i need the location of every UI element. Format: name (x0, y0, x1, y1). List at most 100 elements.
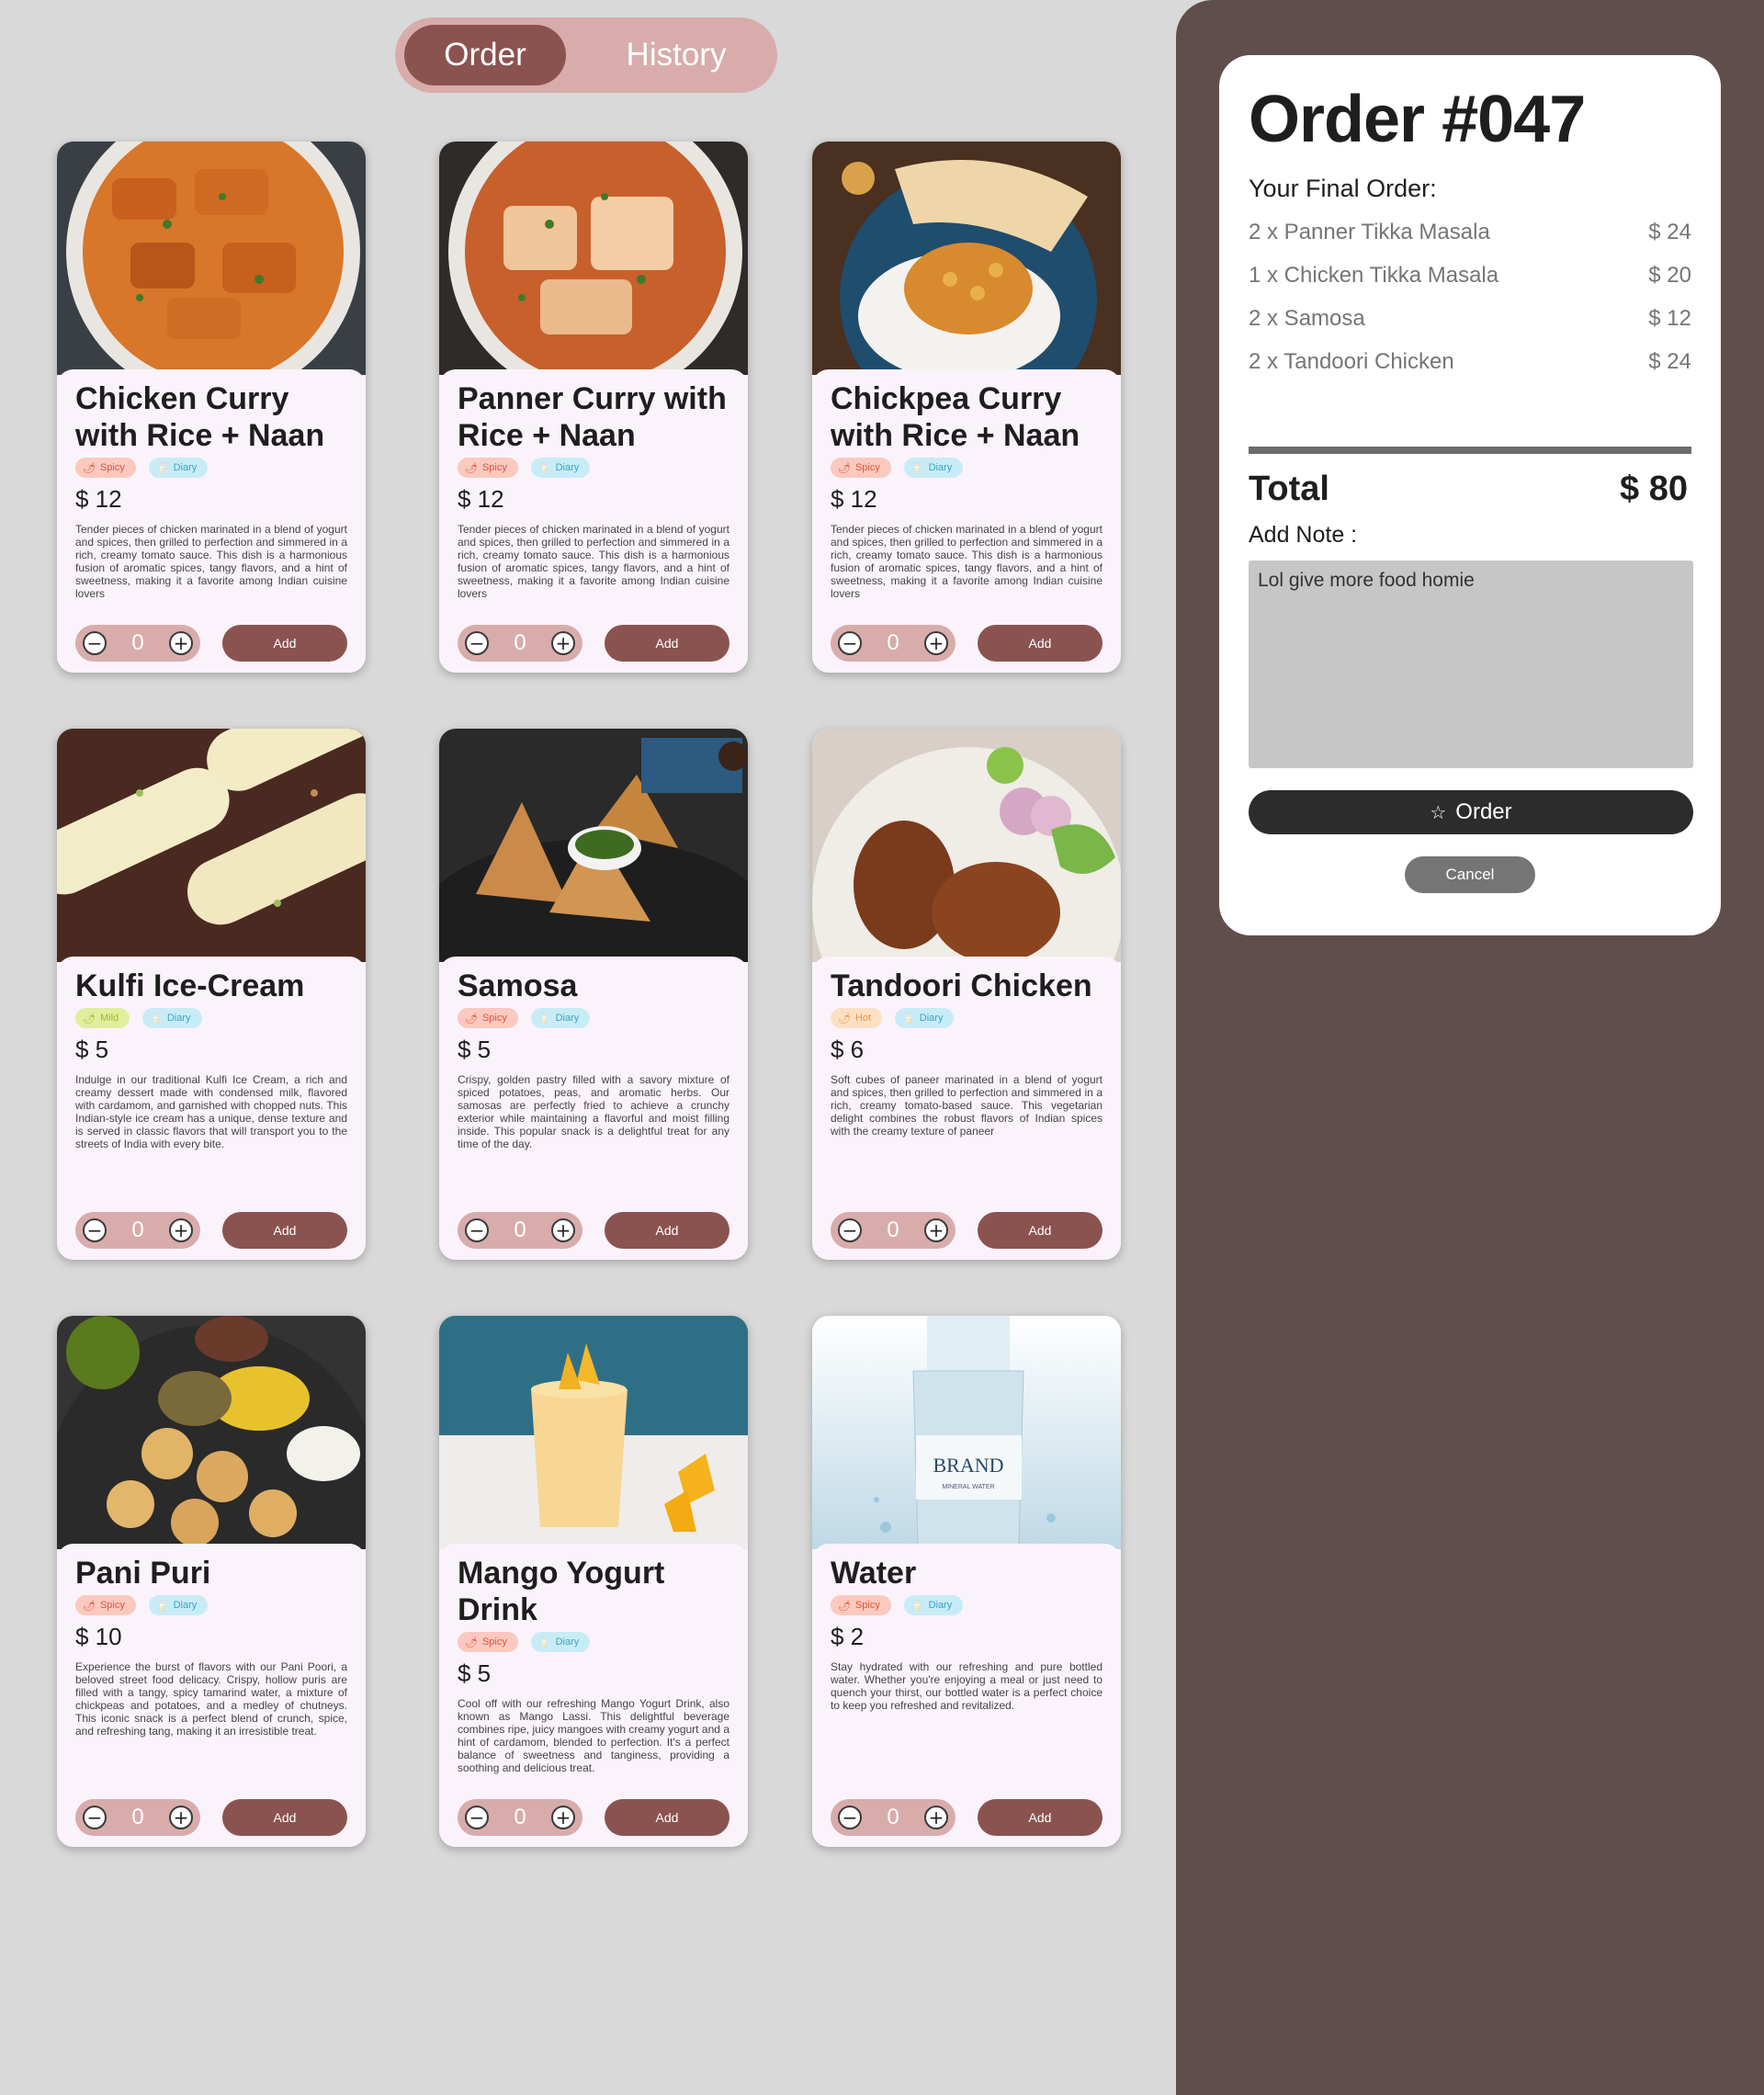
card-body: Tandoori Chicken 🌶 Hot 🥛 Diary $ 6 Soft cubes … (812, 957, 1121, 1260)
plus-icon[interactable]: + (169, 631, 193, 655)
minus-icon[interactable]: − (83, 1806, 107, 1829)
tag-label: Diary (555, 1013, 580, 1024)
tag-diary: 🥛 Diary (530, 1632, 591, 1652)
card-controls: − 0 + Add (831, 625, 1102, 662)
plus-icon[interactable]: + (169, 1218, 193, 1242)
quantity-value: 0 (131, 1805, 144, 1829)
card-body: Samosa 🌶 Spicy 🥛 Diary $ 5 Crispy, golden past… (439, 957, 748, 1260)
food-photo (812, 142, 1121, 375)
quantity-value: 0 (514, 1805, 526, 1829)
card-body: Chickpea Curry with Rice + Naan 🌶 Spicy 🥛 Di… (812, 369, 1121, 673)
tag-list: 🌶 Hot 🥛 Diary (831, 1008, 1102, 1028)
food-photo (57, 1316, 366, 1549)
minus-icon[interactable]: − (838, 1806, 862, 1829)
menu-card: Panner Curry with Rice + Naan 🌶 Spicy 🥛 Diar… (439, 142, 748, 673)
bottle-brand-text: BRAND (933, 1454, 1003, 1477)
food-photo (439, 142, 748, 375)
tag-list: 🌶 Spicy 🥛 Diary (458, 1632, 729, 1652)
quantity-stepper: − 0 + (458, 625, 582, 662)
quantity-stepper: − 0 + (75, 1799, 200, 1836)
tag-label: Diary (173, 1600, 198, 1611)
card-controls: − 0 + Add (75, 1799, 347, 1836)
chili-icon: 🌶 (838, 462, 851, 474)
order-item: 2 x Panner Tikka Masala $ 24 (1249, 210, 1691, 254)
minus-icon[interactable]: − (465, 1218, 489, 1242)
food-photo (812, 729, 1121, 962)
milk-icon: 🥛 (155, 462, 169, 474)
plus-icon[interactable]: + (924, 631, 948, 655)
add-button[interactable]: Add (222, 625, 347, 662)
tag-diary: 🥛 Diary (148, 1595, 209, 1615)
tag-label: Diary (928, 1600, 953, 1611)
milk-icon: 🥛 (910, 462, 924, 474)
tag-label: Spicy (854, 1600, 880, 1611)
minus-icon[interactable]: − (83, 1218, 107, 1242)
tag-label: Spicy (854, 462, 880, 473)
card-description: Crispy, golden pastry filled with a savo… (458, 1073, 729, 1150)
plus-icon[interactable]: + (551, 1218, 575, 1242)
card-description: Soft cubes of paneer marinated in a blen… (831, 1073, 1102, 1138)
plus-icon[interactable]: + (551, 1806, 575, 1829)
minus-icon[interactable]: − (465, 1806, 489, 1829)
tag-list: 🌶 Spicy 🥛 Diary (458, 458, 729, 478)
tag-label: Hot (854, 1013, 872, 1024)
tab-history[interactable]: History (584, 25, 768, 85)
tag-label: Mild (99, 1013, 119, 1024)
menu-card: Pani Puri 🌶 Spicy 🥛 Diary $ 10 Experience the … (57, 1316, 366, 1847)
note-label: Add Note : (1249, 522, 1358, 548)
add-button[interactable]: Add (222, 1212, 347, 1249)
menu-card: Kulfi Ice-Cream 🌶 Mild 🥛 Diary $ 5 Indulge in … (57, 729, 366, 1260)
menu-card: Samosa 🌶 Spicy 🥛 Diary $ 5 Crispy, golden past… (439, 729, 748, 1260)
add-button[interactable]: Add (605, 1799, 729, 1836)
add-button[interactable]: Add (605, 1212, 729, 1249)
note-input[interactable]: Lol give more food homie (1249, 561, 1693, 768)
quantity-value: 0 (887, 630, 899, 655)
quantity-stepper: − 0 + (458, 1799, 582, 1836)
minus-icon[interactable]: − (838, 1218, 862, 1242)
tag-label: Spicy (481, 462, 507, 473)
minus-icon[interactable]: − (465, 631, 489, 655)
order-button[interactable]: ☆ Order (1249, 790, 1693, 834)
food-photo (57, 142, 366, 375)
tag-list: 🌶 Spicy 🥛 Diary (831, 458, 1102, 478)
card-body: Pani Puri 🌶 Spicy 🥛 Diary $ 10 Experience the … (57, 1544, 366, 1847)
card-title: Chicken Curry with Rice + Naan (75, 381, 325, 453)
tag-label: Spicy (99, 462, 125, 473)
quantity-value: 0 (887, 1217, 899, 1242)
quantity-value: 0 (514, 1217, 526, 1242)
tag-label: Spicy (99, 1600, 125, 1611)
tag-list: 🌶 Spicy 🥛 Diary (458, 1008, 729, 1028)
card-description: Indulge in our traditional Kulfi Ice Cre… (75, 1073, 347, 1150)
plus-icon[interactable]: + (169, 1806, 193, 1829)
quantity-stepper: − 0 + (831, 625, 956, 662)
tab-order[interactable]: Order (404, 25, 566, 85)
add-button[interactable]: Add (978, 1799, 1102, 1836)
plus-icon[interactable]: + (924, 1218, 948, 1242)
card-controls: − 0 + Add (458, 1212, 729, 1249)
add-button[interactable]: Add (978, 1212, 1102, 1249)
plus-icon[interactable]: + (924, 1806, 948, 1829)
minus-icon[interactable]: − (83, 631, 107, 655)
tag-diary: 🥛 Diary (142, 1008, 202, 1028)
cancel-button[interactable]: Cancel (1405, 856, 1535, 893)
add-button[interactable]: Add (222, 1799, 347, 1836)
card-price: $ 6 (831, 1036, 865, 1063)
order-button-label: Order (1455, 799, 1512, 824)
add-button[interactable]: Add (978, 625, 1102, 662)
tag-list: 🌶 Spicy 🥛 Diary (831, 1595, 1102, 1615)
tag-hot: 🌶 Hot (831, 1008, 883, 1028)
chili-icon: 🌶 (83, 1013, 96, 1025)
card-title: Mango Yogurt Drink (458, 1556, 665, 1627)
add-button[interactable]: Add (605, 625, 729, 662)
tag-label: Diary (173, 462, 198, 473)
tag-diary: 🥛 Diary (148, 458, 209, 478)
card-title: Kulfi Ice-Cream (75, 968, 305, 1003)
tag-label: Spicy (481, 1013, 507, 1024)
plus-icon[interactable]: + (551, 631, 575, 655)
minus-icon[interactable]: − (838, 631, 862, 655)
quantity-value: 0 (131, 1217, 144, 1242)
card-price: $ 10 (75, 1623, 122, 1650)
total-label: Total (1249, 469, 1329, 508)
tag-label: Diary (928, 462, 953, 473)
chili-icon: 🌶 (465, 1636, 478, 1648)
